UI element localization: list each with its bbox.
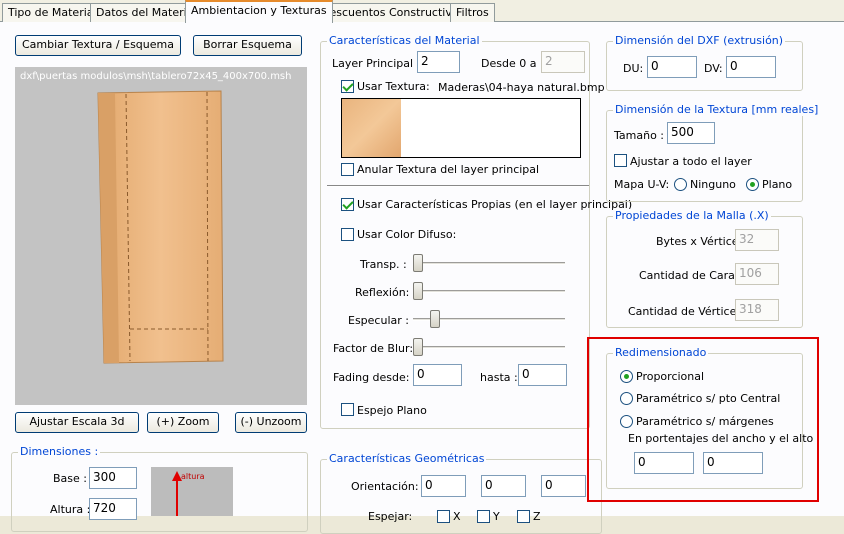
bytes-vertice-label: Bytes x Vértice: xyxy=(656,235,743,248)
blur-slider-thumb[interactable] xyxy=(413,338,423,356)
alto-percent-input[interactable]: 0 xyxy=(703,452,763,474)
usar-propias-label: Usar Características Propias (en el laye… xyxy=(357,198,633,211)
reflexion-label: Reflexión: xyxy=(355,286,410,299)
dv-input[interactable]: 0 xyxy=(726,56,776,78)
texture-swatch xyxy=(342,99,401,157)
redimensionado-title: Redimensionado xyxy=(613,346,709,359)
usar-color-checkbox[interactable] xyxy=(341,228,354,241)
altura-input[interactable]: 720 xyxy=(89,498,137,520)
mapa-plano-radio[interactable] xyxy=(746,178,759,191)
usar-textura-label: Usar Textura: xyxy=(357,80,430,93)
cantidad-caras-label: Cantidad de Caras: xyxy=(639,269,745,282)
divider xyxy=(327,185,589,187)
margenes-radio[interactable] xyxy=(620,415,633,428)
orientacion-y-input[interactable]: 0 xyxy=(481,475,526,497)
layer-principal-label: Layer Principal : xyxy=(332,57,421,70)
blur-label: Factor de Blur: xyxy=(333,342,414,355)
mapa-plano-label: Plano xyxy=(762,178,793,191)
borrar-esquema-button[interactable]: Borrar Esquema xyxy=(193,35,302,56)
orientacion-label: Orientación: xyxy=(351,480,419,493)
texture-preview-viewport[interactable]: dxf\puertas modulos\msh\tablero72x45_400… xyxy=(15,67,307,405)
ajustar-layer-checkbox[interactable] xyxy=(614,154,627,167)
transp-label: Transp. : xyxy=(360,258,407,271)
porcentajes-label: En portentajes del ancho y el alto xyxy=(628,432,814,445)
especular-slider-thumb[interactable] xyxy=(430,310,441,328)
hasta-input[interactable]: 0 xyxy=(518,364,567,386)
usar-propias-checkbox[interactable] xyxy=(341,198,354,211)
pto-central-label: Paramétrico s/ pto Central xyxy=(636,392,781,405)
dimensiones-title: Dimensiones : xyxy=(18,445,101,458)
cambiar-textura-button[interactable]: Cambiar Textura / Esquema xyxy=(15,35,181,56)
axis-label: altura xyxy=(181,472,205,481)
dv-label: DV: xyxy=(704,62,723,75)
tab-ambientacion-texturas[interactable]: Ambientacion y Texturas xyxy=(185,0,333,23)
layer-principal-input[interactable]: 2 xyxy=(417,51,460,73)
ajustar-escala-button[interactable]: Ajustar Escala 3d xyxy=(15,412,139,433)
desde-label: Desde 0 a xyxy=(481,57,537,70)
espejar-z-checkbox[interactable] xyxy=(517,510,530,523)
usar-textura-checkbox[interactable] xyxy=(341,80,354,93)
orientacion-x-input[interactable]: 0 xyxy=(421,475,466,497)
blur-slider-track[interactable] xyxy=(413,346,565,349)
tab-filtros[interactable]: Filtros xyxy=(450,3,495,23)
base-label: Base : xyxy=(53,472,87,485)
fading-label: Fading desde: xyxy=(333,371,410,384)
anular-textura-label: Anular Textura del layer principal xyxy=(357,163,540,176)
ancho-percent-input[interactable]: 0 xyxy=(634,452,694,474)
proporcional-label: Proporcional xyxy=(636,370,705,383)
especular-label: Especular : xyxy=(348,314,409,327)
texture-swatch-box[interactable] xyxy=(341,98,581,158)
mapa-ninguno-radio[interactable] xyxy=(674,178,687,191)
espejo-plano-label: Espejo Plano xyxy=(357,404,427,417)
desde-input[interactable]: 2 xyxy=(541,51,585,73)
anular-textura-checkbox[interactable] xyxy=(341,163,354,176)
du-label: DU: xyxy=(623,62,644,75)
espejar-x-label: X xyxy=(453,510,461,523)
tamano-input[interactable]: 500 xyxy=(667,122,715,144)
transp-slider-thumb[interactable] xyxy=(413,254,423,272)
tab-tipo-material[interactable]: Tipo de Material xyxy=(2,3,103,23)
malla-title: Propiedades de la Malla (.X) xyxy=(613,209,771,222)
door-3d-model xyxy=(97,90,224,364)
textura-title: Dimensión de la Textura [mm reales] xyxy=(613,103,821,116)
espejar-x-checkbox[interactable] xyxy=(437,510,450,523)
texture-file-name: Maderas\04-haya natural.bmp xyxy=(438,81,605,94)
pto-central-radio[interactable] xyxy=(620,392,633,405)
du-input[interactable]: 0 xyxy=(647,56,697,78)
margenes-label: Paramétrico s/ márgenes xyxy=(636,415,774,428)
dxf-title: Dimensión del DXF (extrusión) xyxy=(613,34,786,47)
espejar-z-label: Z xyxy=(533,510,541,523)
cantidad-vertices-input[interactable]: 318 xyxy=(735,299,779,321)
orientacion-z-input[interactable]: 0 xyxy=(541,475,586,497)
fading-input[interactable]: 0 xyxy=(413,364,462,386)
reflexion-slider-thumb[interactable] xyxy=(413,282,423,300)
ajustar-layer-label: Ajustar a todo el layer xyxy=(630,155,752,168)
tab-bar: Tipo de Material Datos del Material Ambi… xyxy=(0,0,844,23)
espejar-label: Espejar: xyxy=(368,510,413,523)
tamano-label: Tamaño : xyxy=(614,129,664,142)
cantidad-caras-input[interactable]: 106 xyxy=(735,263,779,285)
material-title: Características del Material xyxy=(327,34,482,47)
axis-preview: altura xyxy=(151,467,233,516)
usar-color-label: Usar Color Difuso: xyxy=(357,228,457,241)
transp-slider-track[interactable] xyxy=(413,262,565,265)
espejar-y-label: Y xyxy=(493,510,500,523)
reflexion-slider-track[interactable] xyxy=(413,290,565,293)
proporcional-radio[interactable] xyxy=(620,370,633,383)
altura-label: Altura : xyxy=(50,503,91,516)
cantidad-vertices-label: Cantidad de Vértices: xyxy=(628,305,746,318)
zoom-in-button[interactable]: (+) Zoom xyxy=(147,412,219,433)
mapa-ninguno-label: Ninguno xyxy=(690,178,736,191)
base-input[interactable]: 300 xyxy=(89,467,137,489)
mapa-uv-label: Mapa U-V: xyxy=(614,178,670,191)
espejo-plano-checkbox[interactable] xyxy=(341,403,354,416)
hasta-label: hasta : xyxy=(480,371,518,384)
geometricas-title: Características Geométricas xyxy=(327,452,487,465)
zoom-out-button[interactable]: (-) Unzoom xyxy=(235,412,307,433)
bytes-vertice-input[interactable]: 32 xyxy=(735,229,779,251)
tab-descuentos-constructivos[interactable]: Descuentos Constructivos xyxy=(315,3,471,23)
espejar-y-checkbox[interactable] xyxy=(477,510,490,523)
